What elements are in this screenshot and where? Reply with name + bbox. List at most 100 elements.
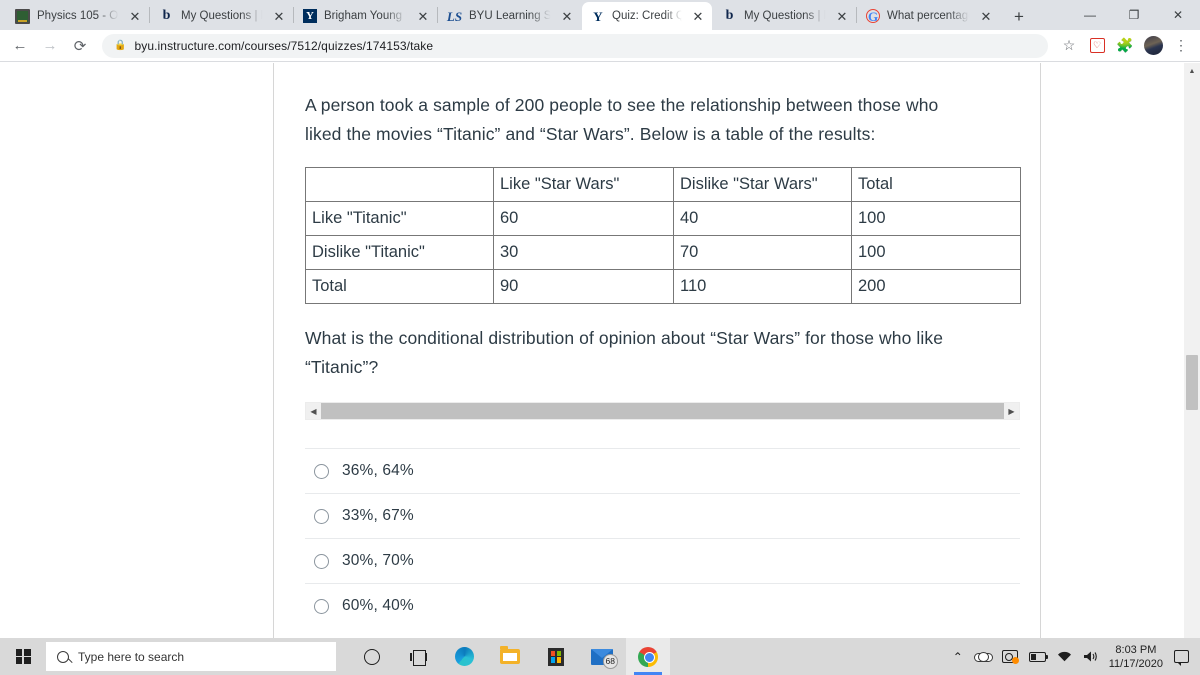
- new-tab-button[interactable]: +: [1006, 3, 1032, 29]
- search-placeholder: Type here to search: [78, 649, 185, 664]
- taskbar-item-cortana[interactable]: [350, 638, 394, 675]
- question-horizontal-scrollbar[interactable]: ◀ ▶: [305, 402, 1020, 420]
- tab-title: What percentage of: [887, 10, 972, 22]
- clock-time: 8:03 PM: [1115, 643, 1157, 656]
- table-cell: [305, 167, 494, 202]
- scroll-up-arrow-icon[interactable]: ▲: [1184, 63, 1200, 79]
- question-intro-line-1: A person took a sample of 200 people to …: [305, 95, 939, 115]
- page-vertical-scrollbar[interactable]: ▲: [1184, 63, 1200, 638]
- taskbar-search-input[interactable]: Type here to search: [46, 642, 336, 671]
- tab-title: My Questions | bartleby: [181, 10, 265, 22]
- puzzle-extensions-icon[interactable]: 🧩: [1112, 33, 1138, 59]
- question-intro: A person took a sample of 200 people to …: [305, 91, 1009, 149]
- close-icon[interactable]: ✕: [128, 9, 142, 23]
- scroll-left-arrow-icon[interactable]: ◀: [306, 403, 321, 419]
- address-bar[interactable]: 🔒 byu.instructure.com/courses/7512/quizz…: [102, 33, 1048, 58]
- learning-suite-icon: LS: [446, 8, 463, 24]
- radio-button[interactable]: [314, 553, 329, 569]
- scrollbar-thumb[interactable]: [321, 403, 1004, 419]
- notification-icon[interactable]: [1174, 650, 1189, 666]
- taskbar-item-google-chrome[interactable]: [626, 638, 670, 675]
- radio-button[interactable]: [314, 598, 329, 614]
- table-cell: 90: [493, 269, 674, 304]
- answer-option-0[interactable]: 36%, 64%: [305, 448, 1020, 493]
- microsoft-edge-icon: [454, 647, 474, 666]
- browser-tab-3[interactable]: LS BYU Learning Suite ✕: [438, 2, 581, 30]
- wifi-icon[interactable]: [1057, 650, 1072, 663]
- byu-y-icon: Y: [303, 9, 317, 23]
- byu-y-icon: Y: [593, 8, 603, 24]
- browser-tab-1[interactable]: b My Questions | bartleby ✕: [150, 2, 293, 30]
- forward-icon[interactable]: →: [36, 32, 64, 60]
- taskbar-item-microsoft-store[interactable]: [534, 638, 578, 675]
- table-cell: 30: [493, 235, 674, 270]
- close-icon[interactable]: ✕: [979, 9, 993, 23]
- scrollbar-track[interactable]: [321, 403, 1004, 419]
- tray-chevron-icon[interactable]: ⌃: [953, 650, 963, 664]
- google-g-icon: G: [866, 8, 880, 24]
- taskbar-apps: 68: [350, 638, 670, 675]
- back-icon[interactable]: ←: [6, 32, 34, 60]
- start-button[interactable]: [0, 638, 46, 675]
- taskbar-item-task-view[interactable]: [396, 638, 440, 675]
- bartleby-b-icon: b: [162, 8, 171, 23]
- table-cell: Total: [305, 269, 494, 304]
- volume-glyph: [1083, 651, 1097, 662]
- maximize-button[interactable]: ❐: [1112, 0, 1156, 30]
- browser-tab-0[interactable]: Physics 105 - Online ✕: [6, 2, 149, 30]
- close-icon[interactable]: ✕: [272, 9, 286, 23]
- answer-label: 36%, 64%: [342, 462, 414, 479]
- answer-option-2[interactable]: 30%, 70%: [305, 538, 1020, 583]
- minimize-button[interactable]: —: [1068, 0, 1112, 30]
- profile-avatar[interactable]: [1140, 33, 1166, 59]
- question-content: A person took a sample of 200 people to …: [274, 63, 1040, 628]
- close-window-button[interactable]: ✕: [1156, 0, 1200, 30]
- display-icon[interactable]: [1001, 650, 1019, 664]
- volume-icon[interactable]: [1083, 650, 1098, 663]
- browser-toolbar: ← → ⟳ 🔒 byu.instructure.com/courses/7512…: [0, 30, 1200, 62]
- browser-tab-2[interactable]: Y Brigham Young University ✕: [294, 2, 437, 30]
- close-icon[interactable]: ✕: [835, 9, 849, 23]
- window-controls: — ❐ ✕: [1068, 0, 1200, 30]
- reload-icon[interactable]: ⟳: [66, 32, 94, 60]
- radio-button[interactable]: [314, 463, 329, 479]
- bookmark-star-icon[interactable]: ☆: [1056, 33, 1082, 59]
- answer-option-3[interactable]: 60%, 40%: [305, 583, 1020, 628]
- taskbar-item-file-explorer[interactable]: [488, 638, 532, 675]
- table-cell: 100: [851, 235, 1021, 270]
- close-icon[interactable]: ✕: [560, 9, 574, 23]
- lock-icon: 🔒: [114, 40, 127, 51]
- onedrive-cloud-icon[interactable]: [973, 651, 993, 662]
- radio-button[interactable]: [314, 508, 329, 524]
- tab-title: Brigham Young University: [324, 10, 409, 22]
- battery-icon[interactable]: [1028, 651, 1049, 662]
- taskbar-item-microsoft-edge[interactable]: [442, 638, 486, 675]
- table-row: Dislike "Titanic" 30 70 100: [305, 235, 1021, 270]
- mail-unread-badge: 68: [602, 653, 618, 669]
- table-row: Total 90 110 200: [305, 269, 1021, 304]
- answer-label: 30%, 70%: [342, 552, 414, 569]
- table-header-row: Like "Star Wars" Dislike "Star Wars" Tot…: [305, 167, 1021, 202]
- table-cell: 60: [493, 201, 674, 236]
- extension-badge: ♡: [1089, 38, 1105, 53]
- table-row: Like "Titanic" 60 40 100: [305, 201, 1021, 236]
- chrome-menu-icon[interactable]: ⋮: [1168, 33, 1194, 59]
- close-icon[interactable]: ✕: [416, 9, 430, 23]
- close-icon[interactable]: ✕: [691, 9, 705, 23]
- answer-label: 33%, 67%: [342, 507, 414, 524]
- taskbar-clock[interactable]: 8:03 PM 11/17/2020: [1109, 643, 1163, 671]
- scrollbar-thumb[interactable]: [1186, 355, 1198, 410]
- scroll-right-arrow-icon[interactable]: ▶: [1004, 403, 1019, 419]
- chalkboard-icon: [15, 8, 30, 24]
- answer-option-1[interactable]: 33%, 67%: [305, 493, 1020, 538]
- browser-window: Physics 105 - Online ✕ b My Questions | …: [0, 0, 1200, 675]
- extension-shield-icon[interactable]: ♡: [1084, 33, 1110, 59]
- bartleby-b-icon: b: [725, 8, 734, 23]
- browser-tab-6[interactable]: G What percentage of ✕: [857, 2, 1000, 30]
- browser-tab-5[interactable]: b My Questions | bartleby ✕: [713, 2, 856, 30]
- question-prompt-line-2: “Titanic”?: [305, 357, 379, 377]
- taskbar-item-mail[interactable]: 68: [580, 638, 624, 675]
- search-icon: [57, 650, 69, 663]
- wifi-glyph: [1057, 651, 1071, 662]
- browser-tab-4-active[interactable]: Y Quiz: Credit Quiz 3 ✕: [582, 2, 712, 30]
